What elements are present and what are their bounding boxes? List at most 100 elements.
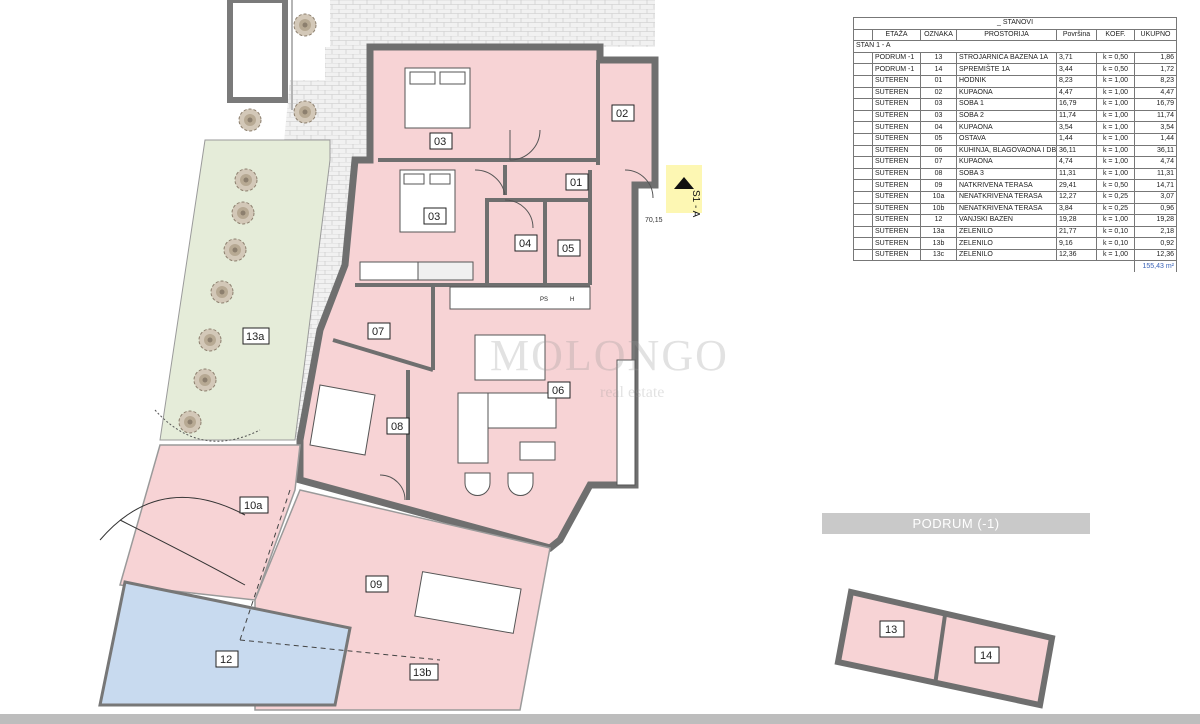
room-label-12: 12 — [220, 654, 232, 666]
section-marker: S1 - A — [690, 190, 701, 218]
table-row-spacer — [853, 214, 873, 227]
cell-prostorija: KUHINJA, BLAGOVAONA I DB — [956, 144, 1057, 158]
room-label-06: 06 — [552, 385, 564, 397]
cell-oznaka: 08 — [920, 167, 957, 181]
cell-etaza: SUTEREN — [872, 202, 921, 216]
cell-koef: k = 0,50 — [1096, 63, 1135, 76]
cell-prostorija: VANJSKI BAZEN — [956, 214, 1057, 227]
table-row: SUTEREN 03 SOBA 2 11,74 k = 1,00 11,74 — [853, 109, 1178, 123]
cell-oznaka: 13 — [920, 51, 957, 65]
table-row: SUTEREN 10a NENATKRIVENA TERASA 12,27 k = 0,… — [853, 190, 1178, 204]
cell-oznaka: 13b — [920, 237, 957, 250]
cell-povrsina: 12,27 — [1056, 190, 1097, 204]
table-row-spacer — [853, 109, 873, 123]
cell-ukupno: 11,31 — [1133, 167, 1178, 181]
cell-povrsina: 8,23 — [1056, 74, 1097, 88]
cell-povrsina: 4,47 — [1056, 86, 1097, 100]
table-row-spacer — [853, 225, 873, 239]
cell-prostorija: OSTAVA — [956, 132, 1057, 146]
room-label-13: 13 — [885, 624, 897, 636]
table-row: SUTEREN 13a ZELENILO 21,77 k = 0,10 2,18 — [853, 225, 1178, 239]
cell-oznaka: 13c — [920, 248, 957, 262]
table-row: SUTEREN 06 KUHINJA, BLAGOVAONA I DB 36,11 k … — [853, 144, 1178, 158]
cell-prostorija: ZELENILO — [956, 237, 1057, 250]
cell-oznaka: 12 — [920, 214, 957, 227]
cell-ukupno: 11,74 — [1133, 109, 1178, 123]
cell-ukupno: 4,74 — [1133, 156, 1178, 169]
cell-prostorija: NENATKRIVENA TERASA — [956, 202, 1057, 216]
cell-povrsina: 1,44 — [1056, 132, 1097, 146]
table-row-spacer — [853, 156, 873, 169]
table-row: SUTEREN 07 KUPAONA 4,74 k = 1,00 4,74 — [853, 156, 1178, 169]
cell-etaza: SUTEREN — [872, 179, 921, 192]
cell-oznaka: 03 — [920, 109, 957, 123]
table-row-spacer — [853, 63, 873, 76]
cell-oznaka: 07 — [920, 156, 957, 169]
table-row-spacer — [853, 202, 873, 216]
cell-prostorija: SOBA 2 — [956, 109, 1057, 123]
table-row: SUTEREN 03 SOBA 1 16,79 k = 1,00 16,79 — [853, 98, 1178, 111]
cell-ukupno: 19,28 — [1133, 214, 1178, 227]
cell-koef: k = 1,00 — [1096, 156, 1135, 169]
cell-oznaka: 03 — [920, 98, 957, 111]
cell-oznaka: 04 — [920, 121, 957, 134]
table-header-row: ETAŽA OZNAKA PROSTORIJA Površina KOEF. U… — [853, 28, 1178, 42]
room-label-08: 08 — [391, 421, 403, 433]
cell-koef: k = 1,00 — [1096, 132, 1135, 146]
cell-koef: k = 1,00 — [1096, 121, 1135, 134]
room-label-01: 01 — [570, 177, 582, 189]
table-row-spacer — [853, 74, 873, 88]
table-row: PODRUM -1 13 STROJARNICA BAZENA 1A 3,71 k = … — [853, 51, 1178, 65]
paving-top — [330, 0, 655, 47]
table-row: SUTEREN 09 NATKRIVENA TERASA 29,41 k = 0,50 1… — [853, 179, 1178, 192]
cell-prostorija: HODNIK — [956, 74, 1057, 88]
cell-ukupno: 1,86 — [1133, 51, 1178, 65]
cell-prostorija: STROJARNICA BAZENA 1A — [956, 51, 1057, 65]
basement-plan — [834, 588, 1056, 709]
cell-oznaka: 10b — [920, 202, 957, 216]
cell-povrsina: 4,74 — [1056, 156, 1097, 169]
cell-prostorija: ZELENILO — [956, 225, 1057, 239]
cell-koef: k = 0,25 — [1096, 202, 1135, 216]
cell-prostorija: NENATKRIVENA TERASA — [956, 190, 1057, 204]
cell-povrsina: 9,16 — [1056, 237, 1097, 250]
table-row-spacer — [853, 248, 873, 262]
table-total-row: 155,43 m² — [854, 260, 1178, 273]
table-row: SUTEREN 08 SOBA 3 11,31 k = 1,00 11,31 — [853, 167, 1178, 181]
cell-ukupno: 12,36 — [1133, 248, 1178, 262]
room-label-10a: 10a — [244, 500, 263, 512]
cell-ukupno: 1,44 — [1133, 132, 1178, 146]
area-table: _ STANOVI ETAŽA OZNAKA PROSTORIJA Površi… — [852, 17, 1178, 273]
table-row-spacer — [853, 179, 873, 192]
cell-etaza: SUTEREN — [872, 144, 921, 158]
cell-etaza: SUTEREN — [872, 109, 921, 123]
table-row: PODRUM -1 14 SPREMIŠTE 1A 3,44 k = 0,50 1,72 — [853, 63, 1178, 76]
table-row: SUTEREN 01 HODNIK 8,23 k = 1,00 8,23 — [853, 74, 1178, 88]
cell-ukupno: 36,11 — [1133, 144, 1178, 158]
cell-etaza: SUTEREN — [872, 86, 921, 100]
cell-koef: k = 0,10 — [1096, 225, 1135, 239]
cell-etaza: SUTEREN — [872, 225, 921, 239]
cell-ukupno: 0,92 — [1133, 237, 1178, 250]
table-total: 155,43 m² — [1133, 260, 1178, 273]
col-prostorija: PROSTORIJA — [956, 28, 1057, 42]
table-group-label: STAN 1 - A — [852, 40, 1178, 53]
cell-prostorija: NATKRIVENA TERASA — [956, 179, 1057, 192]
cell-povrsina: 3,71 — [1056, 51, 1097, 65]
cell-oznaka: 14 — [920, 63, 957, 76]
cell-koef: k = 1,00 — [1096, 167, 1135, 181]
cell-etaza: SUTEREN — [872, 74, 921, 88]
cell-povrsina: 21,77 — [1056, 225, 1097, 239]
upper-left-structure — [227, 0, 288, 103]
cell-etaza: SUTEREN — [872, 98, 921, 111]
cell-koef: k = 1,00 — [1096, 109, 1135, 123]
table-row-spacer — [853, 51, 873, 65]
watermark-subtitle: real estate — [600, 384, 665, 401]
cell-koef: k = 1,00 — [1096, 214, 1135, 227]
cell-koef: k = 0,50 — [1096, 51, 1135, 65]
table-row-spacer — [853, 121, 873, 134]
cell-prostorija: SOBA 3 — [956, 167, 1057, 181]
cell-etaza: PODRUM -1 — [872, 63, 921, 76]
table-row-spacer — [853, 86, 873, 100]
cell-etaza: SUTEREN — [872, 156, 921, 169]
